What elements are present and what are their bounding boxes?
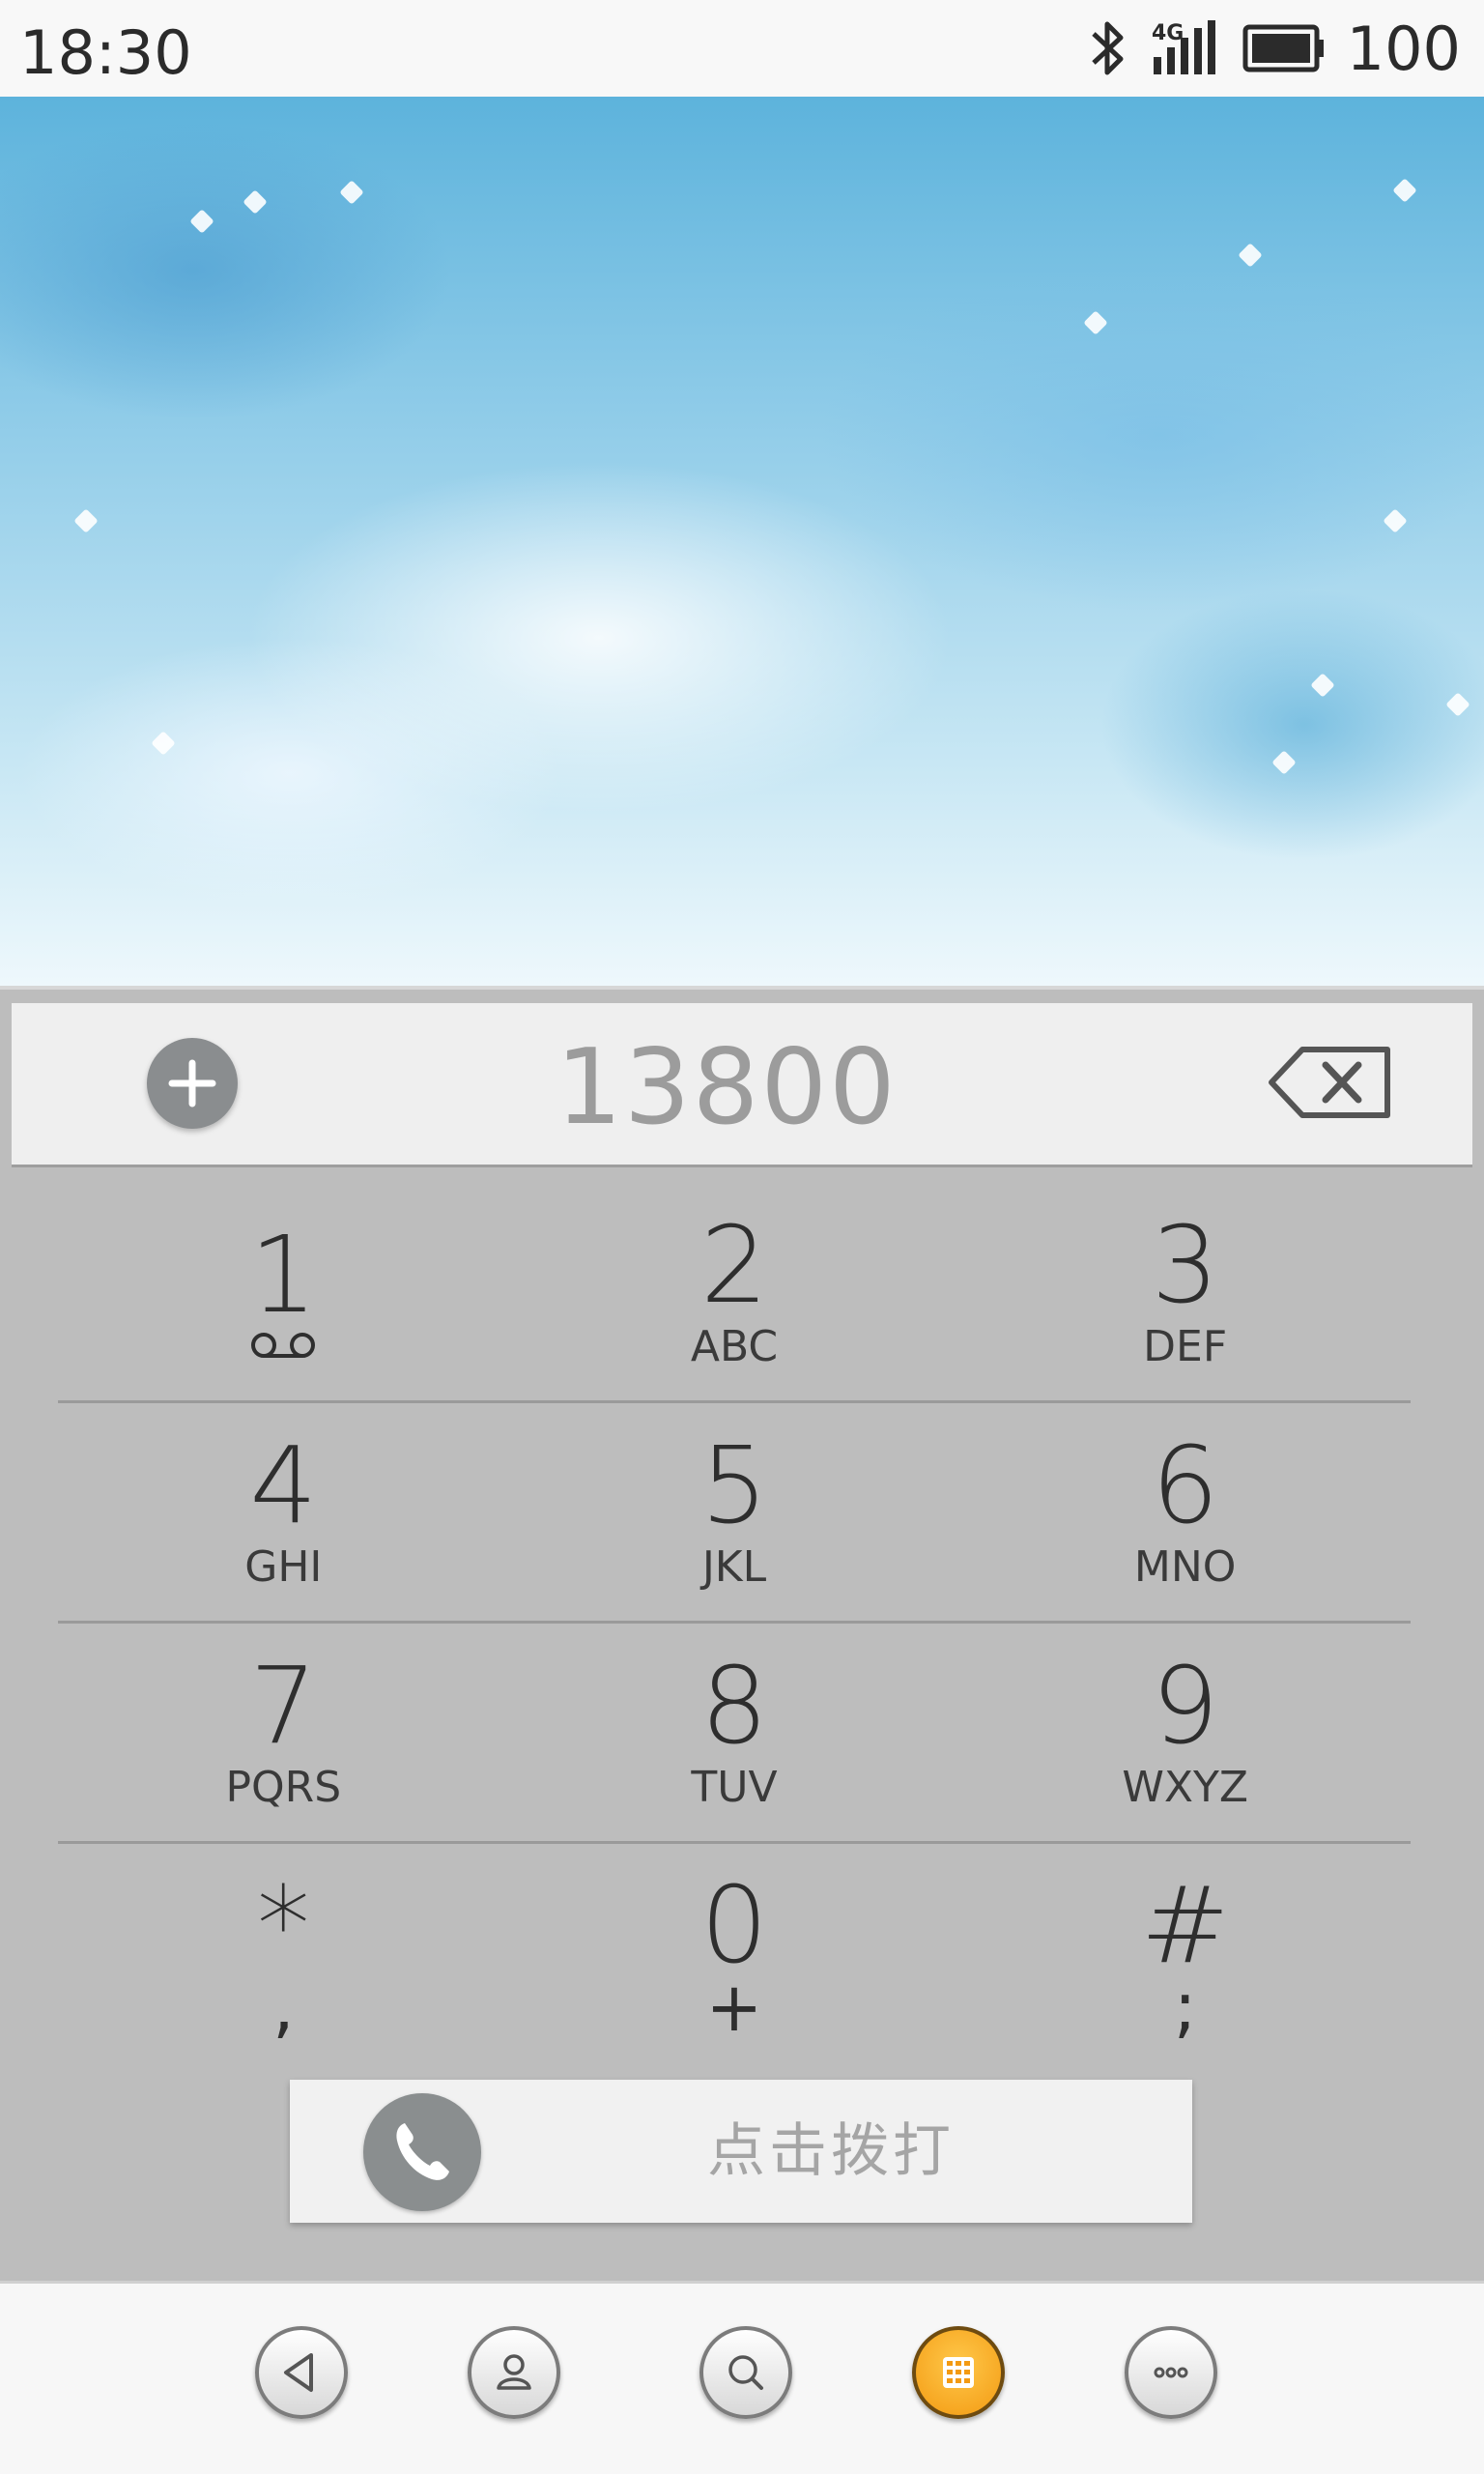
back-icon xyxy=(284,2353,313,2392)
key-1[interactable]: 1 xyxy=(58,1183,509,1400)
number-bar: 13800 xyxy=(12,1003,1472,1167)
key-row: 1 2 ABC 3 DEF xyxy=(58,1183,1411,1403)
key-5[interactable]: 5 JKL xyxy=(509,1403,960,1621)
key-letters: ABC xyxy=(690,1321,779,1371)
wallpaper xyxy=(0,97,1484,986)
bottom-nav xyxy=(0,2281,1484,2474)
key-letters: DEF xyxy=(1143,1321,1228,1371)
key-digit: 6 xyxy=(1151,1423,1219,1547)
key-row: 7 PQRS 8 TUV 9 WXYZ xyxy=(58,1624,1411,1844)
battery-icon xyxy=(1242,24,1324,72)
call-button[interactable]: 点击拨打 xyxy=(290,2080,1192,2223)
battery-level: 100 xyxy=(1346,13,1461,84)
nav-more-button[interactable] xyxy=(1125,2326,1217,2419)
key-digit: 5 xyxy=(700,1423,768,1547)
key-6[interactable]: 6 MNO xyxy=(959,1403,1411,1621)
voicemail-icon xyxy=(251,1332,316,1358)
key-digit: 9 xyxy=(1151,1643,1219,1768)
backspace-icon xyxy=(1269,1047,1390,1118)
nav-dialpad-button[interactable] xyxy=(912,2326,1005,2419)
key-sub: ; xyxy=(1173,1968,1197,2047)
keypad: 1 2 ABC 3 DEF 4 GHI 5 JKL 6 MNO 7 PQRS 8… xyxy=(58,1183,1411,2064)
nav-contacts-button[interactable] xyxy=(468,2326,560,2419)
status-time: 18:30 xyxy=(19,17,192,88)
key-row: * , 0 + # ; xyxy=(58,1844,1411,2064)
key-digit: 3 xyxy=(1151,1202,1219,1327)
dialpad-icon xyxy=(943,2357,974,2388)
signal-icon: 4G xyxy=(1152,20,1215,74)
key-9[interactable]: 9 WXYZ xyxy=(959,1624,1411,1841)
status-icons: 4G 100 xyxy=(1088,13,1461,84)
key-3[interactable]: 3 DEF xyxy=(959,1183,1411,1400)
network-type-label: 4G xyxy=(1152,21,1184,45)
key-4[interactable]: 4 GHI xyxy=(58,1403,509,1621)
backspace-button[interactable] xyxy=(1268,1044,1393,1121)
key-hash[interactable]: # ; xyxy=(959,1844,1411,2064)
key-letters: JKL xyxy=(701,1541,767,1592)
key-letters: MNO xyxy=(1133,1541,1237,1592)
key-row: 4 GHI 5 JKL 6 MNO xyxy=(58,1403,1411,1624)
key-7[interactable]: 7 PQRS xyxy=(58,1624,509,1841)
key-letters: TUV xyxy=(691,1762,778,1812)
key-0[interactable]: 0 + xyxy=(509,1844,960,2064)
nav-back-button[interactable] xyxy=(255,2326,348,2419)
status-bar: 18:30 4G 100 xyxy=(0,0,1484,97)
nav-search-button[interactable] xyxy=(699,2326,792,2419)
key-sub: , xyxy=(272,1968,295,2047)
plus-circle-icon xyxy=(168,1059,216,1108)
key-digit: # xyxy=(1140,1863,1230,1987)
add-contact-button[interactable] xyxy=(147,1038,238,1129)
search-icon xyxy=(728,2355,763,2390)
bluetooth-icon xyxy=(1091,21,1124,75)
key-sub: + xyxy=(705,1968,763,2047)
call-label: 点击拨打 xyxy=(707,2117,955,2185)
key-star[interactable]: * , xyxy=(58,1844,509,2064)
phone-icon xyxy=(363,2093,481,2211)
dialed-number[interactable]: 13800 xyxy=(437,1030,1016,1146)
key-digit: 0 xyxy=(700,1863,768,1987)
key-digit: 7 xyxy=(249,1643,318,1768)
key-digit: 4 xyxy=(249,1423,318,1547)
key-digit: 1 xyxy=(249,1212,318,1337)
key-digit: * xyxy=(256,1863,310,1987)
dial-panel: 13800 1 2 ABC 3 DEF 4 GHI 5 JKL 6 MNO 7 … xyxy=(0,986,1484,2281)
key-letters: GHI xyxy=(244,1541,323,1592)
key-2[interactable]: 2 ABC xyxy=(509,1183,960,1400)
key-letters: WXYZ xyxy=(1122,1762,1249,1812)
key-8[interactable]: 8 TUV xyxy=(509,1624,960,1841)
key-letters: PQRS xyxy=(225,1762,342,1812)
key-digit: 8 xyxy=(700,1643,768,1768)
more-icon xyxy=(1154,2367,1188,2378)
contacts-icon xyxy=(497,2354,531,2390)
key-digit: 2 xyxy=(700,1202,768,1327)
